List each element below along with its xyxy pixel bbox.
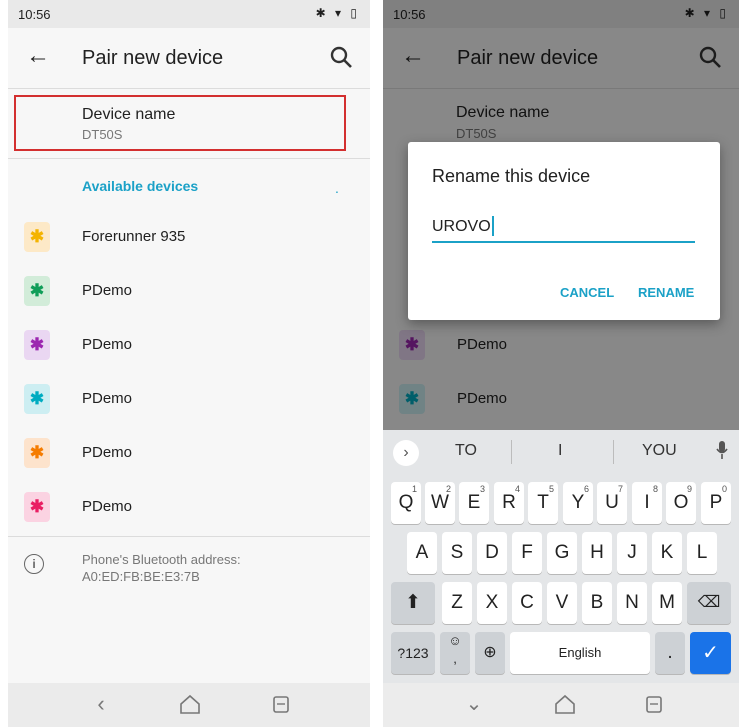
bluetooth-icon: ✱ [24, 438, 50, 468]
key-z[interactable]: Z [442, 582, 472, 624]
backspace-icon[interactable]: ⌫ [687, 582, 731, 624]
suggestion-word[interactable]: YOU [642, 442, 677, 460]
key-e[interactable]: E3 [459, 482, 489, 524]
rename-button[interactable]: RENAME [638, 285, 694, 300]
info-icon: i [24, 554, 44, 574]
status-time: 10:56 [18, 7, 51, 22]
microphone-icon[interactable] [715, 440, 729, 460]
key-o[interactable]: O9 [666, 482, 696, 524]
key-j[interactable]: J [617, 532, 647, 574]
bluetooth-address-label: Phone's Bluetooth address: [82, 552, 241, 567]
device-name-label: Device name [82, 106, 176, 123]
space-bar[interactable]: English [510, 632, 650, 674]
key-m[interactable]: M [652, 582, 682, 624]
shift-key-icon[interactable]: ⬆ [391, 582, 435, 624]
device-row-name: PDemo [82, 282, 133, 299]
bluetooth-icon: ✱ [24, 222, 50, 252]
key-c[interactable]: C [512, 582, 542, 624]
key-q[interactable]: Q1 [391, 482, 421, 524]
device-row[interactable]: ✱ PDemo [8, 426, 370, 480]
scanning-indicator: . [335, 180, 339, 196]
divider [8, 158, 370, 159]
right-screen: 10:56 ✱ ▾ ▯ ← Pair new device Device nam… [383, 0, 739, 727]
suggestion-word[interactable]: TO [455, 442, 477, 460]
cancel-button[interactable]: CANCEL [560, 285, 614, 300]
key-p[interactable]: P0 [701, 482, 731, 524]
key-n[interactable]: N [617, 582, 647, 624]
rename-input[interactable]: UROVO [432, 218, 491, 236]
bluetooth-icon: ✱ [24, 276, 50, 306]
period-key[interactable]: . [655, 632, 685, 674]
text-cursor [492, 216, 494, 236]
nav-hide-keyboard-icon[interactable]: ⌄ [459, 691, 489, 717]
key-x[interactable]: X [477, 582, 507, 624]
key-d[interactable]: D [477, 532, 507, 574]
device-row[interactable]: ✱ Forerunner 935 [8, 210, 370, 264]
device-row[interactable]: ✱ PDemo [8, 318, 370, 372]
key-f[interactable]: F [512, 532, 542, 574]
device-row-name: PDemo [82, 390, 133, 407]
emoji-comma-key[interactable]: ☺, [440, 632, 470, 674]
device-name-row[interactable]: Device name DT50S [14, 95, 346, 151]
left-screen: 10:56 ✱ ▾ ▯ ← Pair new device Device nam… [8, 0, 370, 727]
divider [8, 536, 370, 537]
app-bar: ← Pair new device [8, 28, 370, 88]
enter-check-icon[interactable]: ✓ [690, 632, 731, 674]
key-l[interactable]: L [687, 532, 717, 574]
key-w[interactable]: W2 [425, 482, 455, 524]
key-s[interactable]: S [442, 532, 472, 574]
bluetooth-icon: ✱ [24, 492, 50, 522]
divider [8, 88, 370, 89]
key-u[interactable]: U7 [597, 482, 627, 524]
key-i[interactable]: I8 [632, 482, 662, 524]
device-row[interactable]: ✱ PDemo [8, 372, 370, 426]
suggestion-separator [511, 440, 512, 464]
key-g[interactable]: G [547, 532, 577, 574]
input-underline [432, 241, 695, 243]
bluetooth-address-value: A0:ED:FB:BE:E3:7B [82, 569, 200, 584]
search-icon[interactable] [328, 44, 354, 70]
suggestion-separator [613, 440, 614, 464]
key-r[interactable]: R4 [494, 482, 524, 524]
key-y[interactable]: Y6 [563, 482, 593, 524]
soft-keyboard: › TO I YOU Q1 W2 E3 R4 T5 Y6 U7 I8 O9 P0… [383, 430, 739, 683]
nav-recents-icon[interactable] [639, 691, 669, 717]
key-t[interactable]: T5 [528, 482, 558, 524]
page-title: Pair new device [82, 47, 224, 69]
globe-icon[interactable]: ⊕ [475, 632, 505, 674]
device-row-name: PDemo [82, 444, 133, 461]
key-h[interactable]: H [582, 532, 612, 574]
nav-home-icon[interactable] [175, 691, 205, 717]
suggestion-word[interactable]: I [558, 442, 562, 460]
device-row[interactable]: ✱ PDemo [8, 480, 370, 534]
bluetooth-icon: ✱ [24, 330, 50, 360]
dialog-title: Rename this device [432, 166, 591, 186]
status-bar: 10:56 ✱ ▾ ▯ [8, 0, 370, 28]
status-icons: ✱ ▾ ▯ [315, 6, 360, 20]
symbols-key[interactable]: ?123 [391, 632, 435, 674]
nav-back-icon[interactable]: ‹ [86, 691, 116, 717]
device-row-name: PDemo [82, 498, 133, 515]
device-name-value: DT50S [82, 127, 123, 142]
device-row-name: PDemo [82, 336, 133, 353]
device-row-name: Forerunner 935 [82, 228, 186, 245]
nav-bar: ⌄ [383, 683, 739, 727]
back-arrow-icon[interactable]: ← [26, 42, 50, 70]
bluetooth-icon: ✱ [24, 384, 50, 414]
available-devices-header: Available devices [82, 178, 199, 194]
nav-home-icon[interactable] [550, 691, 580, 717]
nav-recents-icon[interactable] [266, 691, 296, 717]
chevron-right-icon[interactable]: › [393, 440, 419, 466]
key-a[interactable]: A [407, 532, 437, 574]
key-k[interactable]: K [652, 532, 682, 574]
rename-dialog: Rename this device UROVO CANCEL RENAME [408, 142, 720, 320]
nav-bar: ‹ [8, 683, 370, 727]
device-row[interactable]: ✱ PDemo [8, 264, 370, 318]
suggestion-strip: › TO I YOU [383, 430, 739, 474]
key-b[interactable]: B [582, 582, 612, 624]
key-v[interactable]: V [547, 582, 577, 624]
